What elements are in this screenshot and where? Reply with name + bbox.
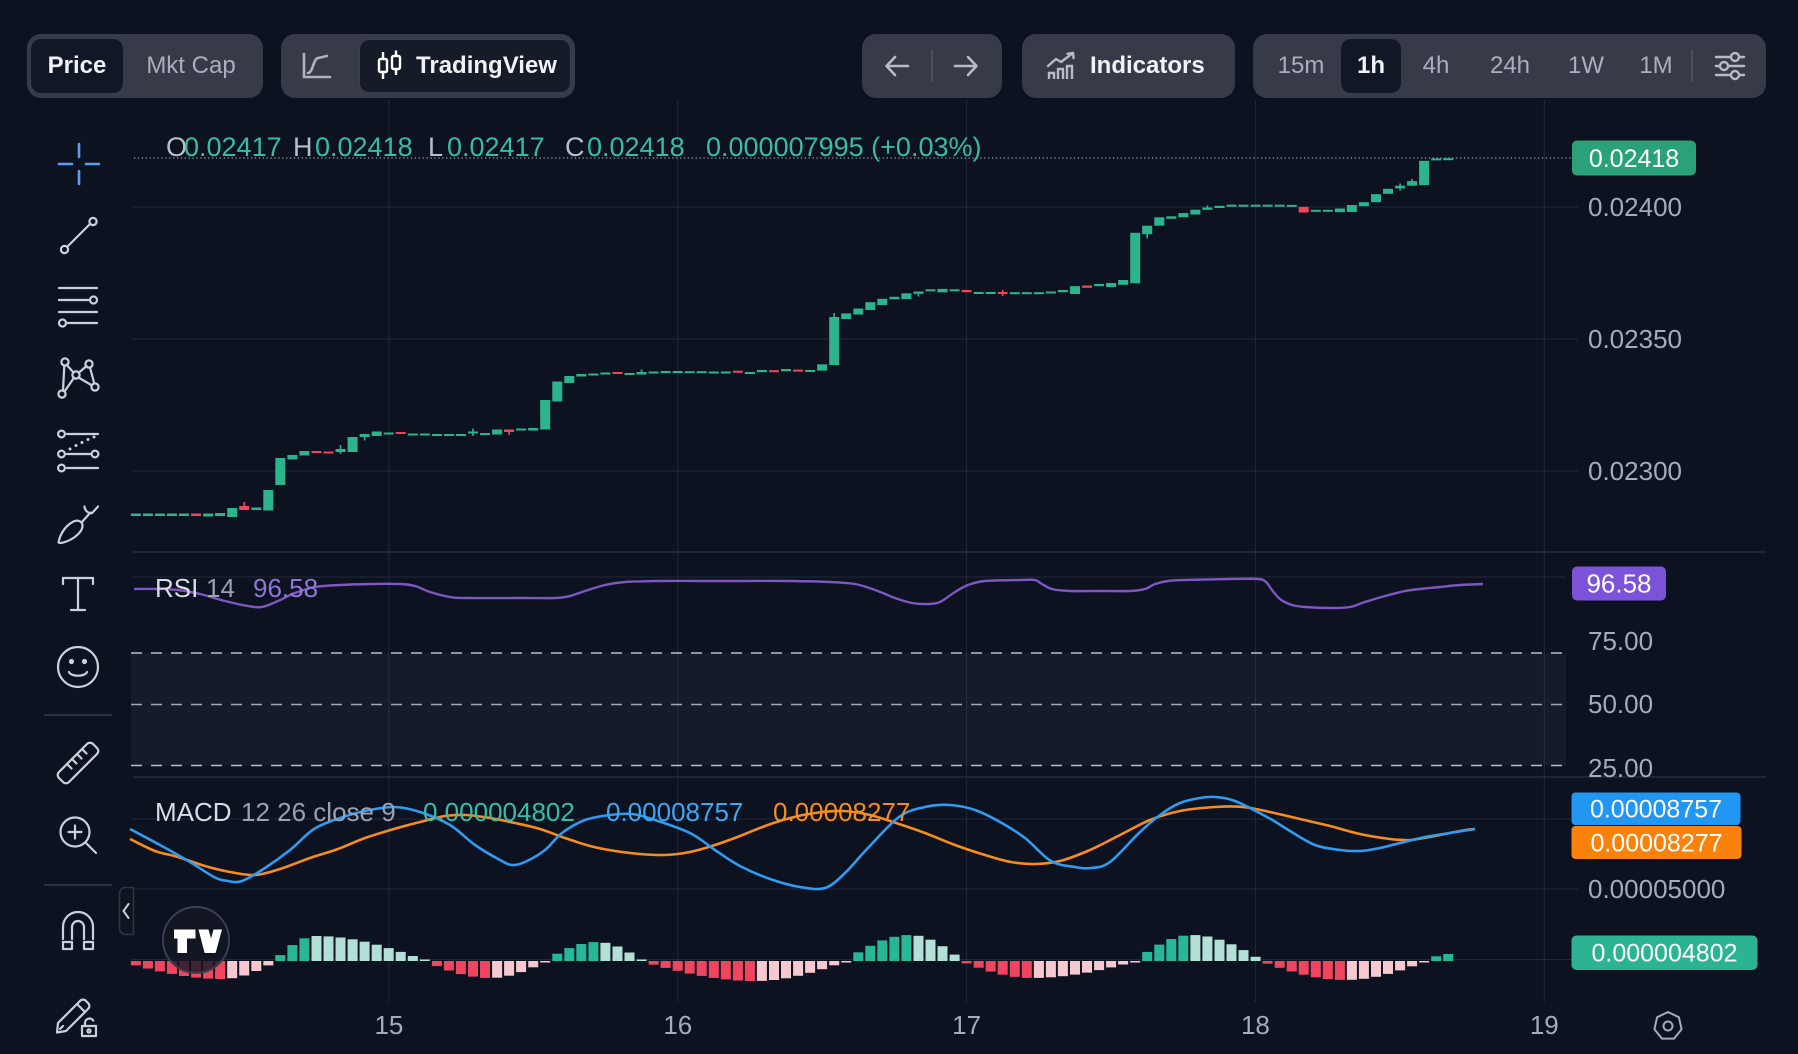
svg-text:0.02350: 0.02350: [1588, 324, 1682, 354]
svg-text:0.02400: 0.02400: [1588, 192, 1682, 222]
svg-text:96.58: 96.58: [253, 573, 318, 603]
svg-text:25.00: 25.00: [1588, 753, 1653, 783]
svg-text:0.02417: 0.02417: [447, 132, 545, 162]
svg-text:0.00008757: 0.00008757: [606, 797, 743, 827]
svg-text:0.00005000: 0.00005000: [1588, 874, 1725, 904]
svg-text:MACD: MACD: [155, 797, 232, 827]
svg-text:H: H: [293, 132, 313, 162]
svg-text:0.02418: 0.02418: [1589, 145, 1679, 173]
svg-text:0.00008757: 0.00008757: [1590, 796, 1722, 824]
svg-text:50.00: 50.00: [1588, 689, 1653, 719]
svg-text:0.02417: 0.02417: [184, 132, 282, 162]
svg-text:0.00008277: 0.00008277: [773, 797, 910, 827]
svg-text:19: 19: [1530, 1010, 1559, 1040]
svg-text:12 26 close 9: 12 26 close 9: [241, 797, 396, 827]
svg-text:0.00008277: 0.00008277: [1590, 829, 1722, 857]
svg-text:C: C: [565, 132, 585, 162]
svg-text:96.58: 96.58: [1586, 569, 1651, 599]
svg-text:0.000007995 (+0.03%): 0.000007995 (+0.03%): [706, 132, 981, 162]
svg-text:15: 15: [374, 1010, 403, 1040]
svg-text:16: 16: [663, 1010, 692, 1040]
svg-text:0.02418: 0.02418: [587, 132, 685, 162]
svg-text:L: L: [428, 132, 443, 162]
svg-text:0.02300: 0.02300: [1588, 456, 1682, 486]
svg-text:18: 18: [1241, 1010, 1270, 1040]
svg-text:0.000004802: 0.000004802: [1592, 940, 1738, 968]
svg-text:0.02418: 0.02418: [315, 132, 413, 162]
svg-text:14: 14: [206, 573, 235, 603]
svg-text:RSI: RSI: [155, 573, 198, 603]
svg-text:17: 17: [952, 1010, 981, 1040]
svg-text:75.00: 75.00: [1588, 626, 1653, 656]
svg-text:0.000004802: 0.000004802: [423, 797, 575, 827]
